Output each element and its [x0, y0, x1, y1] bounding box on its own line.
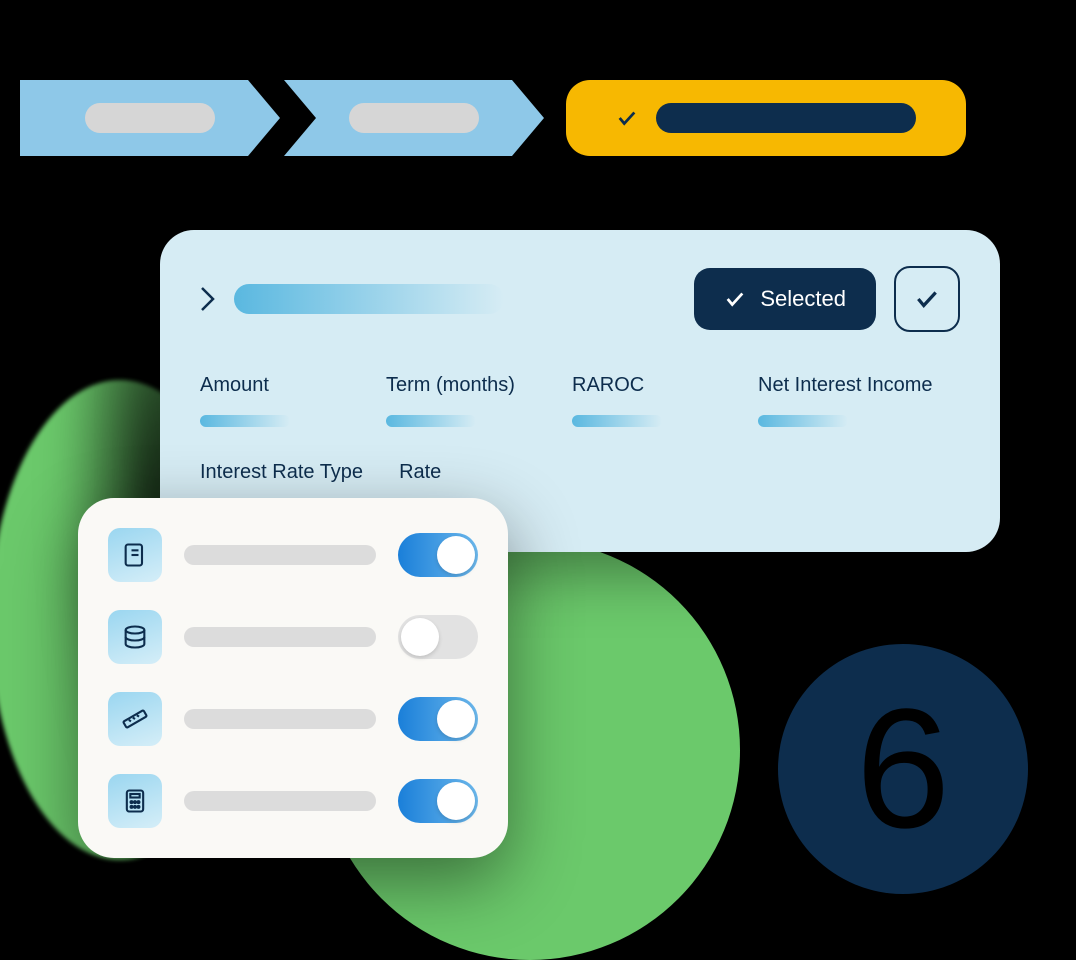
metric-value-placeholder [386, 415, 476, 427]
scroll-icon [108, 528, 162, 582]
step-number-badge: 6 [778, 644, 1028, 894]
status-label-placeholder [656, 103, 916, 133]
progress-steps [20, 80, 966, 156]
chevron-right-icon[interactable] [200, 286, 216, 312]
step-label-placeholder [85, 103, 215, 133]
toggle-1[interactable] [398, 533, 478, 577]
progress-status-pill[interactable] [566, 80, 966, 156]
metric-nii: Net Interest Income [758, 374, 933, 427]
check-icon [616, 107, 638, 129]
toggle-3[interactable] [398, 697, 478, 741]
metrics-row-2: Interest Rate Type Rate [200, 461, 960, 502]
metric-label: Net Interest Income [758, 374, 933, 397]
metric-rate: Rate [399, 461, 549, 502]
toggle-4[interactable] [398, 779, 478, 823]
toggle-row-2 [108, 610, 478, 664]
toggle-row-4 [108, 774, 478, 828]
metric-label: Amount [200, 374, 350, 397]
metric-rate-type: Interest Rate Type [200, 461, 363, 502]
metric-raroc: RAROC [572, 374, 722, 427]
metric-amount: Amount [200, 374, 350, 427]
toggle-label-placeholder [184, 627, 376, 647]
selected-button-label: Selected [760, 286, 846, 312]
toggle-2[interactable] [398, 615, 478, 659]
card-title-placeholder [234, 284, 504, 314]
card-header: Selected [200, 266, 960, 332]
metric-term: Term (months) [386, 374, 536, 427]
toggle-label-placeholder [184, 791, 376, 811]
database-icon [108, 610, 162, 664]
confirm-button[interactable] [894, 266, 960, 332]
metric-value-placeholder [200, 415, 290, 427]
selected-button[interactable]: Selected [694, 268, 876, 330]
step-label-placeholder [349, 103, 479, 133]
progress-step-2[interactable] [284, 80, 544, 156]
toggle-row-3 [108, 692, 478, 746]
ruler-icon [108, 692, 162, 746]
metric-label: RAROC [572, 374, 722, 397]
metric-label: Term (months) [386, 374, 536, 397]
settings-toggle-panel [78, 498, 508, 858]
metrics-row-1: Amount Term (months) RAROC Net Interest … [200, 374, 960, 427]
calculator-icon [108, 774, 162, 828]
decorative-shadow [620, 160, 840, 240]
progress-step-1[interactable] [20, 80, 280, 156]
toggle-label-placeholder [184, 709, 376, 729]
metric-label: Rate [399, 461, 549, 484]
step-number: 6 [856, 671, 951, 867]
metric-value-placeholder [758, 415, 848, 427]
metric-value-placeholder [572, 415, 662, 427]
check-icon [724, 288, 746, 310]
toggle-label-placeholder [184, 545, 376, 565]
toggle-row-1 [108, 528, 478, 582]
metric-label: Interest Rate Type [200, 461, 363, 484]
